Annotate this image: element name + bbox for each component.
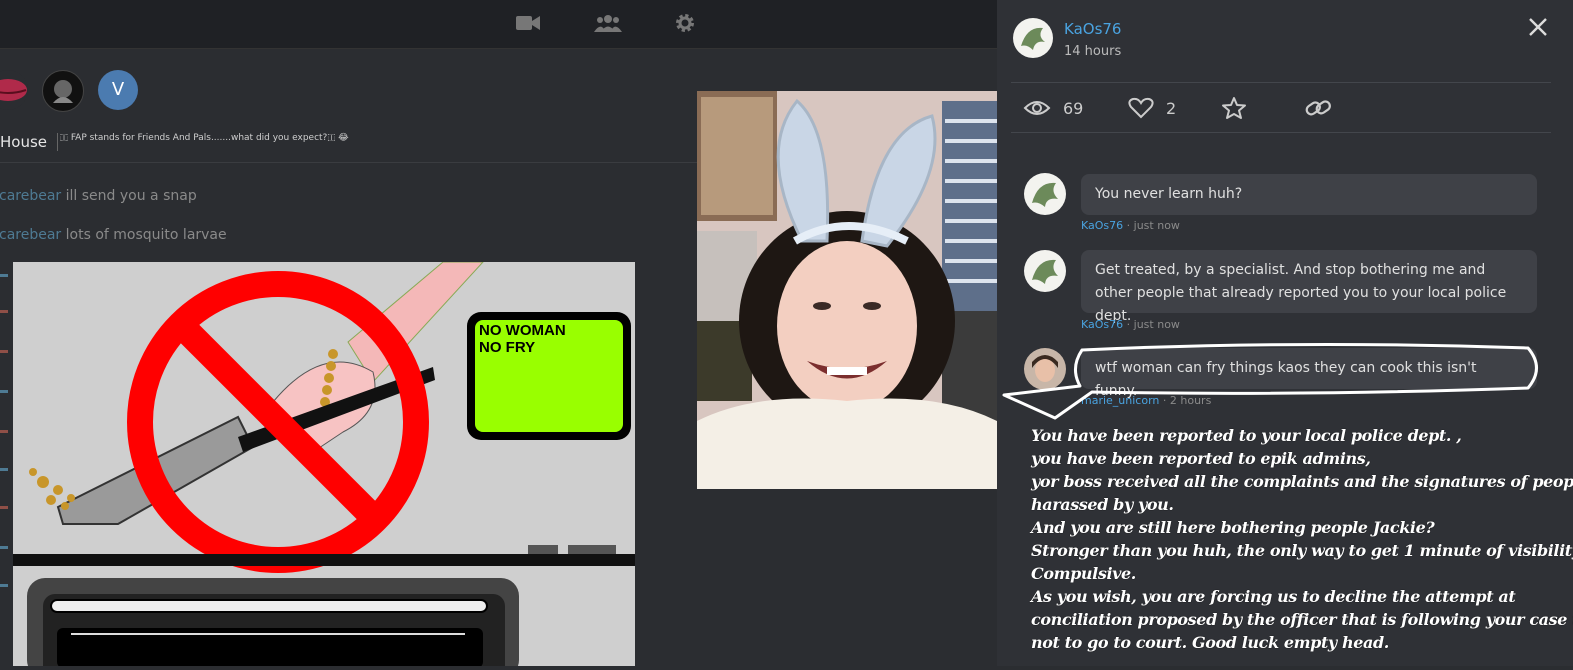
comment-bubble: You never learn huh? bbox=[1081, 174, 1537, 215]
no-woman-no-fry-cartoon: NO WOMAN NO FRY bbox=[13, 262, 635, 666]
heart-icon[interactable] bbox=[1128, 97, 1154, 119]
gear-icon[interactable] bbox=[674, 12, 696, 34]
comment-meta: KaOs76 · just now bbox=[1081, 318, 1180, 331]
sign-text-line2: NO FRY bbox=[479, 339, 535, 356]
comment-time: just now bbox=[1133, 219, 1180, 232]
favorite-button[interactable] bbox=[1221, 96, 1247, 120]
dragon-avatar[interactable] bbox=[42, 70, 84, 112]
post-time: 14 hours bbox=[1064, 44, 1122, 59]
divider bbox=[1011, 132, 1551, 133]
divider bbox=[1011, 82, 1551, 83]
selfie-photo bbox=[697, 91, 997, 489]
chat-message: carebear ill send you a snap bbox=[0, 188, 197, 204]
likes-count: 2 bbox=[1166, 98, 1177, 118]
comment-bubble: Get treated, by a specialist. And stop b… bbox=[1081, 250, 1537, 324]
annotation-line: you have been reported to epik admins, bbox=[1031, 449, 1371, 468]
comment-author[interactable]: KaOs76 bbox=[1081, 219, 1123, 232]
link-icon[interactable] bbox=[1304, 96, 1332, 120]
comment-meta: KaOs76 · just now bbox=[1081, 219, 1180, 232]
annotation-line: And you are still here bothering people … bbox=[1031, 518, 1435, 537]
author-name[interactable]: KaOs76 bbox=[1064, 20, 1121, 38]
annotation-line: yor boss received all the complaints and… bbox=[1031, 472, 1573, 491]
comment-time: just now bbox=[1133, 318, 1180, 331]
callout-outline bbox=[1002, 342, 1538, 420]
copy-link-button[interactable] bbox=[1304, 96, 1332, 120]
v-avatar[interactable]: V bbox=[98, 70, 138, 110]
comment-avatar[interactable] bbox=[1024, 173, 1066, 215]
comment-avatar[interactable] bbox=[1024, 250, 1066, 292]
annotation-line: As you wish, you are forcing us to decli… bbox=[1031, 587, 1516, 606]
lips-avatar[interactable] bbox=[0, 70, 28, 110]
truncated-chat-edge bbox=[0, 266, 12, 666]
people-icon[interactable] bbox=[594, 12, 622, 34]
eye-icon bbox=[1023, 101, 1051, 115]
comment-author[interactable]: KaOs76 bbox=[1081, 318, 1123, 331]
annotation-line: harassed by you. bbox=[1031, 495, 1174, 514]
star-icon[interactable] bbox=[1221, 96, 1247, 120]
annotation-line: not to go to court. Good luck empty head… bbox=[1031, 633, 1389, 652]
chat-text: lots of mosquito larvae bbox=[65, 227, 227, 243]
annotation-line: conciliation proposed by the officer tha… bbox=[1031, 610, 1573, 629]
chat-text: ill send you a snap bbox=[65, 188, 197, 204]
views-count: 69 bbox=[1063, 98, 1084, 118]
annotation-text: You have been reported to your local pol… bbox=[1031, 424, 1573, 654]
chat-username[interactable]: carebear bbox=[0, 227, 61, 243]
sign-text-line1: NO WOMAN bbox=[479, 322, 566, 339]
chat-username[interactable]: carebear bbox=[0, 188, 61, 204]
author-avatar[interactable] bbox=[1013, 18, 1053, 58]
views-stat: 69 bbox=[1023, 96, 1083, 120]
annotation-line: Stronger than you huh, the only way to g… bbox=[1031, 541, 1573, 560]
room-toolbar bbox=[0, 0, 997, 49]
video-camera-icon[interactable] bbox=[515, 12, 541, 34]
annotation-line: You have been reported to your local pol… bbox=[1031, 426, 1462, 445]
chat-message: carebear lots of mosquito larvae bbox=[0, 227, 227, 243]
like-button[interactable]: 2 bbox=[1128, 96, 1176, 120]
room-topic: 🇮 FAP stands for Friends And Pals.......… bbox=[60, 133, 349, 143]
room-name[interactable]: House bbox=[0, 133, 59, 151]
annotation-line: Compulsive. bbox=[1031, 564, 1136, 583]
close-icon[interactable] bbox=[1527, 16, 1549, 38]
